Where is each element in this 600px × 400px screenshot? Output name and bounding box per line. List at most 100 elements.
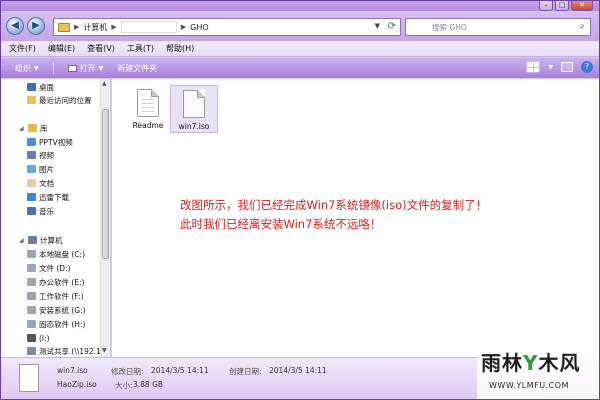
file-name: win7.iso: [178, 122, 210, 131]
toolbar-right: ▼ ?: [526, 61, 593, 73]
nav-item-libraries[interactable]: ◢ 库: [19, 122, 48, 134]
nav-scrollbar[interactable]: ▲ ▼: [100, 79, 110, 357]
nav-item-desktop[interactable]: 桌面: [27, 81, 54, 93]
refresh-icon[interactable]: ⟳: [388, 21, 396, 32]
preview-pane-icon[interactable]: [561, 62, 573, 72]
toolbar-divider: [52, 62, 54, 74]
nav-item-network-share[interactable]: 测试共享 (\\192.1: [27, 345, 101, 357]
watermark-logo: 雨林Y木风: [481, 351, 581, 375]
breadcrumb-gho[interactable]: GHO: [190, 23, 209, 32]
menu-tools[interactable]: 工具(T): [127, 43, 154, 54]
open-button[interactable]: 打开 ▼: [67, 63, 103, 74]
nav-item-drive-e[interactable]: 办公软件 (E:): [27, 276, 85, 288]
details-created-value: 2014/3/5 14:11: [269, 366, 327, 375]
pictures-icon: [27, 165, 36, 173]
music-icon: [27, 207, 36, 215]
folder-icon: [58, 22, 70, 32]
drive-icon: [27, 250, 36, 258]
recent-places-icon: [27, 96, 36, 104]
scrollbar-thumb[interactable]: [102, 109, 109, 259]
details-file-name: win7.iso: [57, 366, 88, 375]
command-bar: 组织 ▼ 打开 ▼ 新建文件夹 ▼ ?: [1, 58, 599, 78]
desktop-icon: [27, 83, 36, 91]
nav-item-label: 本地磁盘 (C:): [39, 249, 85, 259]
menu-edit[interactable]: 编辑(E): [48, 43, 75, 54]
details-app: HaoZip.iso: [57, 380, 97, 389]
nav-item-videos[interactable]: 视频: [27, 149, 54, 161]
nav-item-drive-f[interactable]: 工作软件 (F:): [27, 290, 84, 302]
open-icon: [67, 64, 77, 72]
drive-icon: [27, 320, 36, 328]
drive-icon: [27, 306, 36, 314]
nav-item-drive-i[interactable]: (I:): [27, 332, 50, 344]
organize-label: 组织: [15, 63, 31, 73]
navigation-pane: 桌面 最近访问的位置 ◢ 库 PPTV视频 视频 图片 文档 迅雷下载 音乐 ◢…: [1, 79, 111, 357]
minimize-button[interactable]: –: [539, 1, 553, 11]
menu-file[interactable]: 文件(F): [9, 43, 36, 54]
nav-item-label: 安装系统 (G:): [39, 305, 86, 315]
drive-icon: [27, 264, 36, 272]
blank-file-icon: [183, 90, 205, 118]
menu-help[interactable]: 帮助(H): [166, 43, 194, 54]
file-win7-iso[interactable]: win7.iso: [170, 85, 218, 133]
computer-icon: [28, 236, 37, 244]
nav-item-drive-h[interactable]: 固态软件 (H:): [27, 318, 85, 330]
breadcrumb-computer[interactable]: 计算机: [83, 22, 107, 33]
nav-item-label: 固态软件 (H:): [39, 319, 86, 329]
view-options-icon[interactable]: [526, 61, 541, 73]
nav-item-music[interactable]: 音乐: [27, 205, 54, 217]
chevron-down-icon[interactable]: ▼: [548, 64, 553, 71]
explorer-window: – □ ✕ ◀ ▶ ▶ 计算机 ▶ ▶ GHO ▼ ⟳ 搜索 GHO ⌕ 文件(…: [0, 0, 600, 400]
menu-bar: 文件(F) 编辑(E) 查看(V) 工具(T) 帮助(H): [1, 41, 599, 57]
nav-item-label: 工作软件 (F:): [39, 291, 84, 301]
chevron-right-icon: ▶: [180, 23, 187, 31]
new-folder-button[interactable]: 新建文件夹: [117, 63, 157, 74]
nav-item-pictures[interactable]: 图片: [27, 163, 54, 175]
scroll-up-icon[interactable]: ▲: [102, 80, 107, 87]
title-bar: – □ ✕: [1, 1, 599, 11]
drive-icon: [27, 278, 36, 286]
chevron-right-icon: ▶: [111, 23, 117, 31]
nav-item-documents[interactable]: 文档: [27, 177, 54, 189]
file-readme[interactable]: Readme: [124, 85, 172, 133]
address-bar[interactable]: ▶ 计算机 ▶ ▶ GHO ▼ ⟳: [53, 18, 401, 36]
selected-file-icon: [19, 364, 39, 392]
back-button[interactable]: ◀: [6, 17, 24, 35]
organize-button[interactable]: 组织 ▼: [15, 63, 39, 74]
maximize-button[interactable]: □: [555, 1, 569, 11]
nav-item-label: 办公软件 (E:): [39, 277, 85, 287]
nav-item-pptv[interactable]: PPTV视频: [27, 136, 73, 148]
nav-item-drive-g[interactable]: 安装系统 (G:): [27, 304, 86, 316]
menu-view[interactable]: 查看(V): [87, 43, 115, 54]
chevron-down-icon[interactable]: ▼: [375, 22, 380, 30]
watermark-url: WWW.YLMFU.COM: [489, 381, 569, 390]
library-icon: [28, 124, 37, 132]
nav-item-label: 库: [40, 123, 48, 133]
annotation-line-1: 改图所示，我们已经完成Win7系统镜像(iso)文件的复制了！: [180, 198, 488, 212]
nav-item-recent[interactable]: 最近访问的位置: [27, 94, 92, 106]
drive-icon: [27, 292, 36, 300]
nav-item-drive-d[interactable]: 文件 (D:): [27, 262, 71, 274]
close-button[interactable]: ✕: [571, 1, 593, 11]
documents-icon: [27, 179, 36, 187]
search-input[interactable]: 搜索 GHO ⌕: [405, 18, 591, 36]
video-icon: [27, 151, 36, 159]
video-library-icon: [27, 138, 36, 146]
forward-button[interactable]: ▶: [27, 17, 45, 35]
arrow-right-icon: ▶: [32, 20, 40, 31]
expand-icon[interactable]: ◢: [19, 237, 25, 244]
annotation-line-2: 此时我们已经离安装Win7系统不远咯！: [180, 217, 382, 231]
nav-item-thunder[interactable]: 迅雷下载: [27, 191, 69, 203]
nav-item-drive-c[interactable]: 本地磁盘 (C:): [27, 248, 85, 260]
scroll-down-icon[interactable]: ▼: [102, 347, 107, 354]
nav-item-label: 计算机: [40, 235, 63, 245]
help-icon[interactable]: ?: [581, 61, 593, 73]
details-modified-value: 2014/3/5 14:11: [151, 366, 209, 375]
details-modified-label: 修改日期:: [111, 367, 144, 376]
nav-item-label: 迅雷下载: [39, 192, 69, 202]
nav-item-computer[interactable]: ◢ 计算机: [19, 234, 63, 246]
file-name: Readme: [132, 121, 164, 130]
site-watermark: 雨林Y木风 WWW.YLMFU.COM: [477, 345, 599, 399]
expand-icon[interactable]: ◢: [19, 125, 25, 132]
download-icon: [27, 193, 36, 201]
